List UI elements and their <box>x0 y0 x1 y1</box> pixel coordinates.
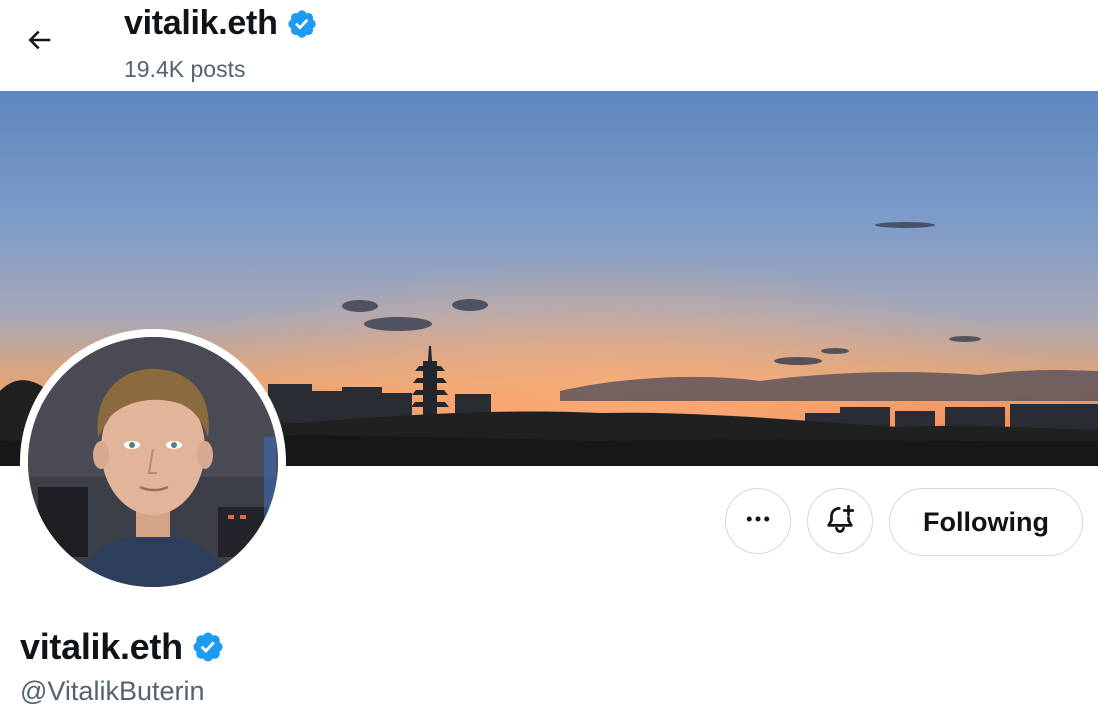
header-title-row: vitalik.eth <box>124 4 318 43</box>
notifications-button[interactable] <box>807 488 873 554</box>
verified-badge-icon <box>286 8 318 40</box>
more-dots-icon <box>743 504 773 539</box>
profile-header-bar: vitalik.eth 19.4K posts <box>0 0 1098 91</box>
following-button[interactable]: Following <box>889 488 1083 556</box>
user-handle: @VitalikButerin <box>20 676 205 706</box>
profile-name-row: vitalik.eth <box>20 626 225 668</box>
more-button[interactable] <box>725 488 791 554</box>
display-name: vitalik.eth <box>20 626 183 667</box>
profile-avatar-frame <box>20 329 286 595</box>
bell-plus-icon <box>823 502 857 541</box>
arrow-left-icon <box>24 25 54 60</box>
verified-badge-icon[interactable] <box>191 630 225 664</box>
header-name: vitalik.eth <box>124 4 278 42</box>
posts-count: 19.4K posts <box>124 56 246 82</box>
avatar[interactable] <box>28 337 278 587</box>
back-button[interactable] <box>14 17 64 67</box>
